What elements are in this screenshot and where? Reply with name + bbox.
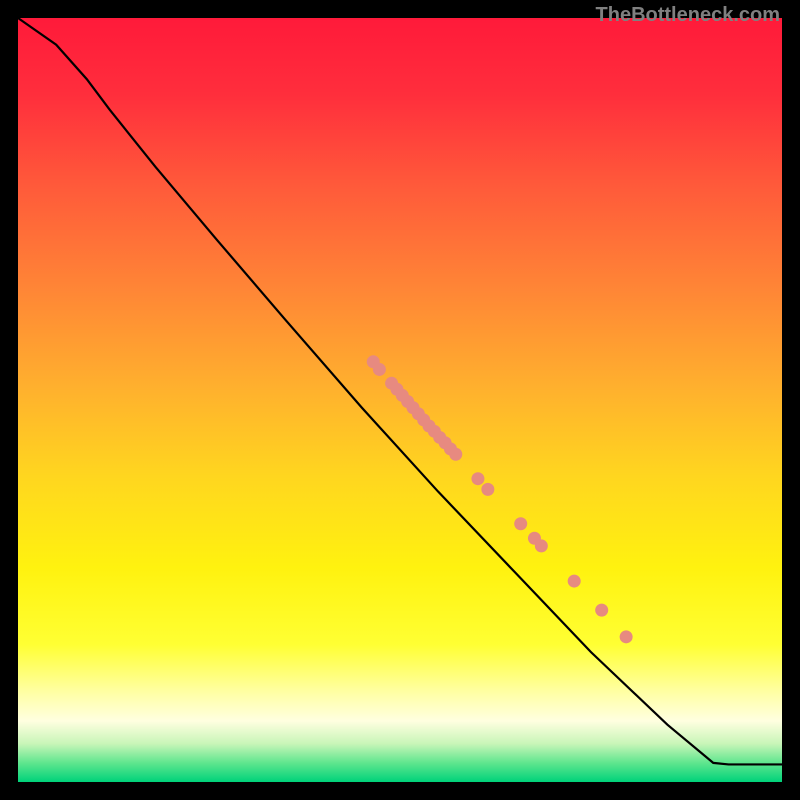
chart-svg: [0, 0, 800, 800]
data-point: [373, 363, 386, 376]
data-point: [449, 448, 462, 461]
data-point: [481, 483, 494, 496]
data-point: [514, 517, 527, 530]
chart-container: TheBottleneck.com: [0, 0, 800, 800]
data-point: [568, 575, 581, 588]
data-point: [471, 472, 484, 485]
data-point: [535, 539, 548, 552]
data-point: [595, 604, 608, 617]
watermark-text: TheBottleneck.com: [596, 4, 780, 27]
data-point: [620, 630, 633, 643]
